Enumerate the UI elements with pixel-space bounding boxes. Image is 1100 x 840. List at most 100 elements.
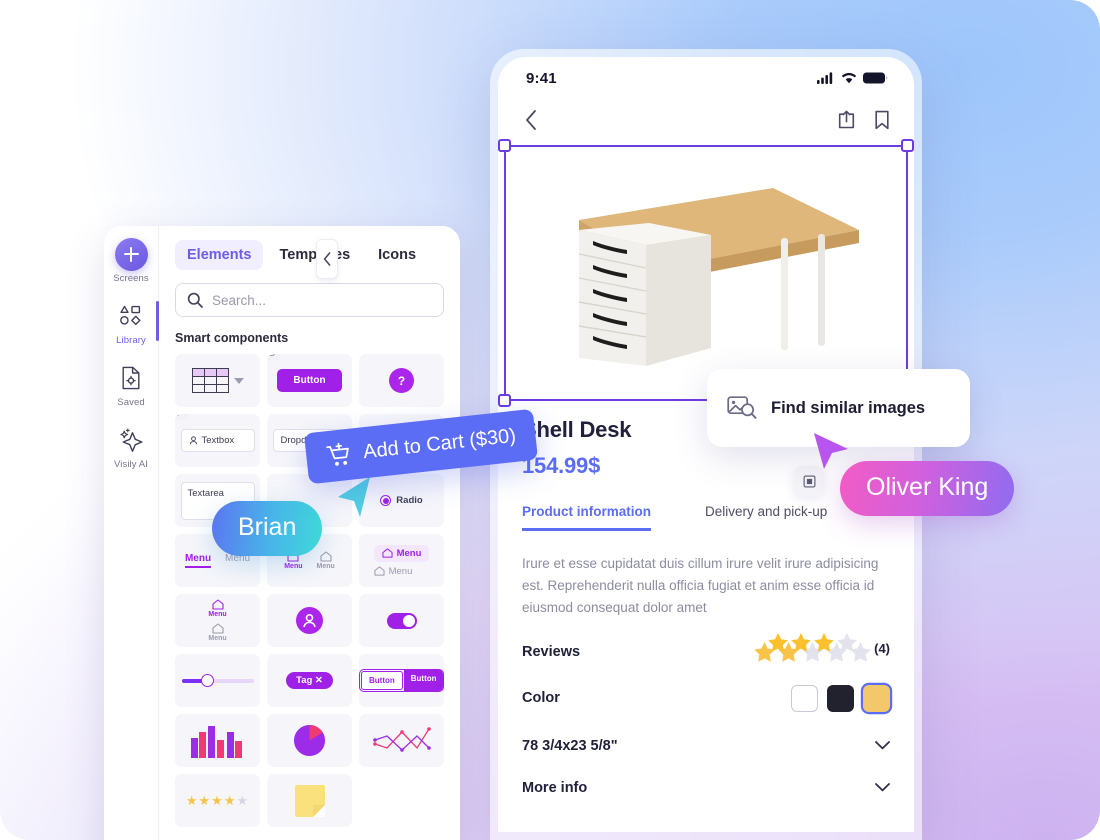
avatar-icon <box>296 607 323 634</box>
chevron-left-icon <box>323 252 330 266</box>
textbox-preview: Textbox <box>180 429 255 452</box>
back-chevron-icon[interactable] <box>525 110 537 130</box>
wifi-icon <box>841 73 857 84</box>
sidebar-item-saved[interactable]: Saved <box>106 363 156 408</box>
menu-label: Menu <box>396 547 422 559</box>
radio-label: Radio <box>396 495 423 506</box>
reviews-row: Reviews (4) <box>522 632 890 663</box>
plus-icon <box>114 237 148 271</box>
menu-label: Menu <box>388 565 413 577</box>
tab-elements[interactable]: Elements <box>175 240 264 270</box>
pill-menu-inactive: Menu <box>374 566 430 577</box>
bookmark-icon[interactable] <box>874 110 890 130</box>
sidebar-item-screens[interactable]: Screens <box>106 237 156 284</box>
bar-chart-icon <box>190 725 242 758</box>
image-search-icon <box>727 396 757 419</box>
accordion-more-info[interactable]: More info <box>522 780 890 796</box>
share-icon[interactable] <box>837 110 856 130</box>
search-icon <box>187 292 203 308</box>
slider-icon <box>181 673 254 687</box>
component-badge: F <box>175 414 188 420</box>
shapes-icon <box>119 301 143 331</box>
add-to-cart-label: Add to Cart ($30) <box>362 424 517 464</box>
home-icon-menu-active: Menu <box>208 599 227 618</box>
pie-chart-icon <box>293 724 326 757</box>
sidebar-item-label: Saved <box>117 397 145 408</box>
component-pie-chart[interactable] <box>267 714 352 767</box>
tab-templates[interactable]: Templates <box>267 240 362 270</box>
help-icon: ? <box>389 368 414 393</box>
menu-label: Menu <box>284 563 303 570</box>
component-grid-icon <box>803 475 815 487</box>
rating-stars[interactable]: (4) <box>753 632 890 663</box>
chevron-down-icon <box>875 783 890 792</box>
app-canvas: 9:41 Shell Desk 154.99$ Product informat… <box>0 0 1100 840</box>
component-line-chart[interactable] <box>359 714 444 767</box>
component-segmented-button[interactable]: Button Button <box>359 654 444 707</box>
sidebar-item-label: Library <box>116 335 146 346</box>
search-field[interactable] <box>175 283 444 317</box>
swatch-black[interactable] <box>827 684 854 712</box>
signal-icon <box>817 72 833 84</box>
reviews-count: (4) <box>874 640 890 656</box>
component-pill-menu[interactable]: Menu Menu <box>359 534 444 587</box>
accordion-dimensions-label: 78 3/4x23 5/8" <box>522 737 618 754</box>
component-sticky-note[interactable] <box>267 774 352 827</box>
menu-label: Menu <box>316 563 335 570</box>
chevron-down-icon <box>875 741 890 750</box>
tag-label: Tag ✕ <box>286 672 333 689</box>
pill-menu-active: Menu <box>373 544 430 562</box>
section-title-smart-components: Smart components <box>175 331 289 345</box>
cursor-oliver-king <box>814 433 848 469</box>
radio-dot-icon <box>380 495 392 506</box>
tab-icons[interactable]: Icons <box>366 240 428 270</box>
accordion-more-info-label: More info <box>522 779 588 796</box>
component-button[interactable]: B Button <box>267 354 352 407</box>
menu-label: Menu <box>208 635 227 642</box>
person-icon <box>189 436 197 445</box>
collapse-panel-button[interactable] <box>316 239 338 279</box>
component-table[interactable] <box>175 354 260 407</box>
sticky-note-icon <box>294 784 325 817</box>
component-button-label: Button <box>277 369 342 392</box>
component-vertical-menu[interactable]: Menu Menu <box>175 594 260 647</box>
swatch-white[interactable] <box>791 684 818 712</box>
tab-delivery-pickup[interactable]: Delivery and pick-up <box>705 504 827 531</box>
product-image-region[interactable] <box>498 139 914 407</box>
vertical-menu-preview: Menu Menu <box>208 599 227 642</box>
accordion-dimensions[interactable]: 78 3/4x23 5/8" <box>522 738 890 754</box>
sidebar-item-library[interactable]: Library <box>106 301 159 346</box>
textbox-label: Textbox <box>201 435 235 446</box>
component-toggle[interactable] <box>359 594 444 647</box>
resize-handle-bottom-left[interactable] <box>498 394 511 407</box>
component-textbox[interactable]: F Textbox <box>175 414 260 467</box>
cursor-label-oliver-king: Oliver King <box>840 461 1015 516</box>
cart-plus-icon <box>326 442 349 466</box>
component-rating[interactable]: ★★★★★ <box>175 774 260 827</box>
component-help-badge[interactable]: ? <box>359 354 444 407</box>
tab-product-information[interactable]: Product information <box>522 504 651 531</box>
product-tabs: Product information Delivery and pick-up <box>522 504 890 531</box>
component-tag[interactable]: Tag ✕ <box>267 654 352 707</box>
find-similar-images-label: Find similar images <box>771 398 926 417</box>
resize-handle-top-left[interactable] <box>498 139 511 152</box>
sidebar-item-visily-ai[interactable]: Visily AI <box>106 425 156 470</box>
status-clock: 9:41 <box>526 69 557 87</box>
radio-preview: Radio <box>380 495 423 506</box>
component-slider[interactable] <box>175 654 260 707</box>
component-avatar[interactable] <box>267 594 352 647</box>
status-icons <box>817 72 888 84</box>
phone-status-bar: 9:41 <box>498 57 914 99</box>
table-icon <box>191 368 244 393</box>
swatch-tan[interactable] <box>863 684 890 712</box>
pill-menu-preview: Menu Menu <box>373 544 430 577</box>
segmented-button-preview: Button Button <box>359 669 444 692</box>
color-swatches <box>791 684 890 712</box>
component-bar-chart[interactable] <box>175 714 260 767</box>
home-icon-menu-inactive: Menu <box>208 623 227 642</box>
search-input[interactable] <box>212 292 432 308</box>
resize-handle-top-right[interactable] <box>901 139 914 152</box>
reviews-label: Reviews <box>522 643 581 660</box>
sidebar-item-label: Screens <box>113 273 149 284</box>
battery-icon <box>863 72 888 84</box>
